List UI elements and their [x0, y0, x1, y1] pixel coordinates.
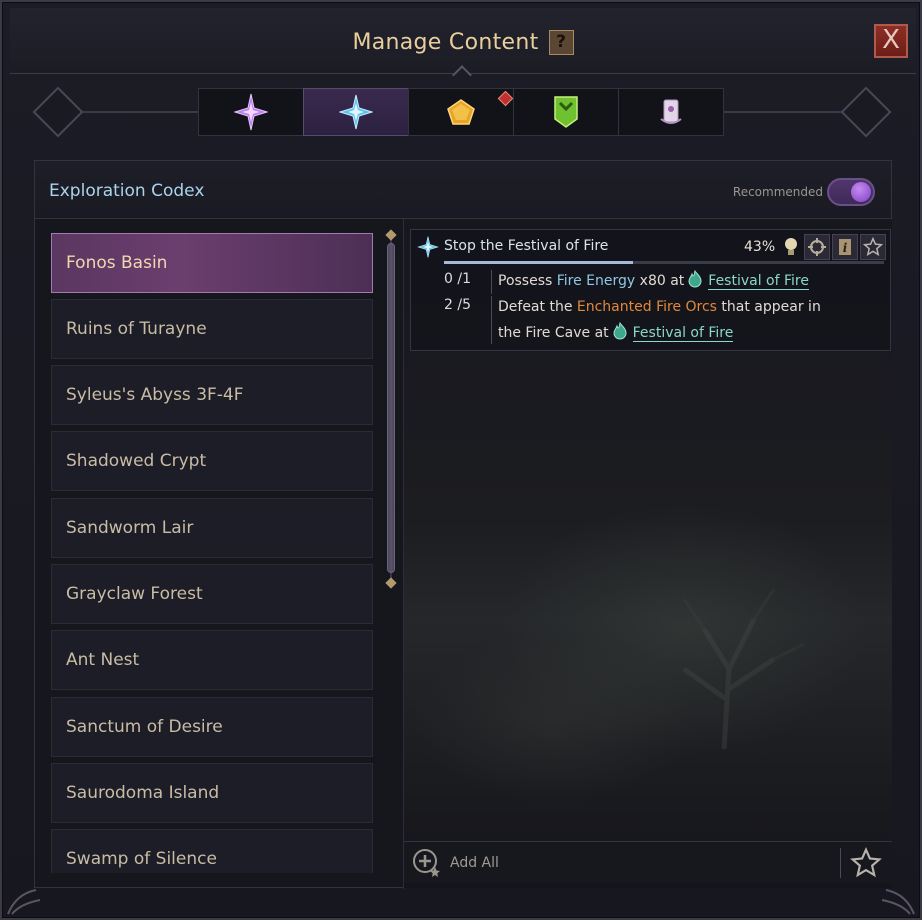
favorites-button[interactable] [848, 846, 884, 880]
objective-line2: the Fire Cave at [498, 325, 609, 341]
panel-header: Exploration Codex Recommended [35, 161, 891, 219]
help-button[interactable]: ? [548, 30, 574, 55]
tab-1[interactable] [198, 88, 304, 136]
category-tab-bar [32, 86, 892, 138]
objective-middle: x80 at [635, 273, 685, 289]
tab-5[interactable] [618, 88, 724, 136]
green-shield-icon [554, 96, 578, 128]
scroll-thumb[interactable] [387, 243, 395, 573]
list-item-location[interactable]: Syleus's Abyss 3F-4F [51, 365, 373, 425]
footer-divider [840, 848, 841, 878]
objective-highlight: Enchanted Fire Orcs [576, 299, 717, 315]
quest-progress-bar [444, 261, 884, 264]
list-item-location[interactable]: Ruins of Turayne [51, 299, 373, 359]
list-item-location[interactable]: Sanctum of Desire [51, 697, 373, 757]
svg-text:i: i [843, 241, 848, 255]
tab-4[interactable] [513, 88, 619, 136]
info-button[interactable]: i [832, 234, 858, 260]
list-item-location[interactable]: Shadowed Crypt [51, 431, 373, 491]
festival-of-fire-link[interactable]: Festival of Fire [708, 273, 809, 290]
purple-star-icon [234, 93, 268, 131]
panel-title: Exploration Codex [49, 181, 205, 201]
favorite-quest-button[interactable] [860, 234, 886, 260]
objective-prefix: Possess [498, 273, 557, 289]
list-item-location[interactable]: Ant Nest [51, 630, 373, 690]
scroll-cap-bottom [385, 577, 397, 589]
lightbulb-icon [785, 238, 797, 255]
objective-highlight: Fire Energy [556, 273, 636, 289]
fire-location-icon [613, 322, 627, 340]
list-item-location[interactable]: Swamp of Silence [51, 829, 373, 873]
add-all-label: Add All [450, 855, 499, 871]
festival-of-fire-link[interactable]: Festival of Fire [632, 325, 734, 342]
objective-count: 2 /5 [444, 297, 471, 313]
quest-percent: 43% [744, 239, 776, 255]
recommended-toggle[interactable] [827, 178, 875, 206]
objective-middle: that appear in [716, 299, 821, 315]
background-scenery [682, 588, 805, 749]
objective-text: Possess Fire Energy x80 at Festival of Fi… [498, 268, 809, 294]
star-outline-icon [863, 237, 883, 257]
objective-text: Defeat the Enchanted Fire Orcs that appe… [498, 294, 821, 320]
objective-divider [491, 296, 492, 344]
fire-location-icon [688, 270, 702, 288]
list-item-location[interactable]: Grayclaw Forest [51, 564, 373, 624]
tab-bar-left-ornament [32, 86, 84, 138]
corner-ornament [881, 889, 915, 915]
tab-bar-right-ornament [840, 86, 892, 138]
panel-footer: Add All [404, 841, 892, 883]
add-all-icon [413, 849, 440, 877]
crosshair-icon [808, 238, 826, 256]
star-outline-icon [850, 847, 882, 878]
list-item-location[interactable]: Sandworm Lair [51, 498, 373, 558]
quest-card[interactable]: Stop the Festival of Fire 43% i 0 /1 Pos… [410, 229, 891, 351]
quest-title: Stop the Festival of Fire [444, 238, 609, 254]
objective-text-line2: the Fire Cave at Festival of Fire [498, 320, 734, 346]
list-item-location[interactable]: Saurodoma Island [51, 763, 373, 823]
location-list: Fonos Basin Ruins of Turayne Syleus's Ab… [51, 233, 373, 873]
tab-2[interactable] [303, 88, 409, 136]
close-button[interactable]: X [874, 24, 908, 58]
new-badge-icon [497, 90, 514, 107]
corner-ornament [7, 889, 41, 915]
window-title: Manage Content [352, 30, 539, 55]
quest-progress-fill [444, 261, 634, 264]
objective-prefix: Defeat the [498, 299, 577, 315]
objective-divider [491, 270, 492, 294]
locate-button[interactable] [804, 234, 830, 260]
info-scroll-icon: i [839, 239, 851, 255]
recommended-label: Recommended [732, 185, 823, 199]
add-all-button[interactable]: Add All [412, 848, 499, 878]
gold-pentagon-icon [447, 99, 475, 125]
quest-content-area: Stop the Festival of Fire 43% i 0 /1 Pos… [404, 219, 892, 888]
scroll-icon [660, 99, 682, 124]
blue-star-icon [417, 236, 439, 258]
list-scrollbar[interactable] [385, 229, 397, 589]
toggle-knob [851, 182, 871, 202]
hint-button[interactable] [778, 234, 804, 260]
manage-content-window: Manage Content? X Exploration Codex Reco… [0, 0, 922, 920]
list-item-location[interactable]: Fonos Basin [51, 233, 373, 293]
tab-3[interactable] [408, 88, 514, 136]
objective-count: 0 /1 [444, 271, 471, 287]
scroll-cap-top [385, 229, 397, 241]
codex-panel: Exploration Codex Recommended Fonos Basi… [34, 160, 892, 889]
blue-star-icon [339, 94, 373, 130]
title-bar: Manage Content? X [10, 8, 916, 74]
